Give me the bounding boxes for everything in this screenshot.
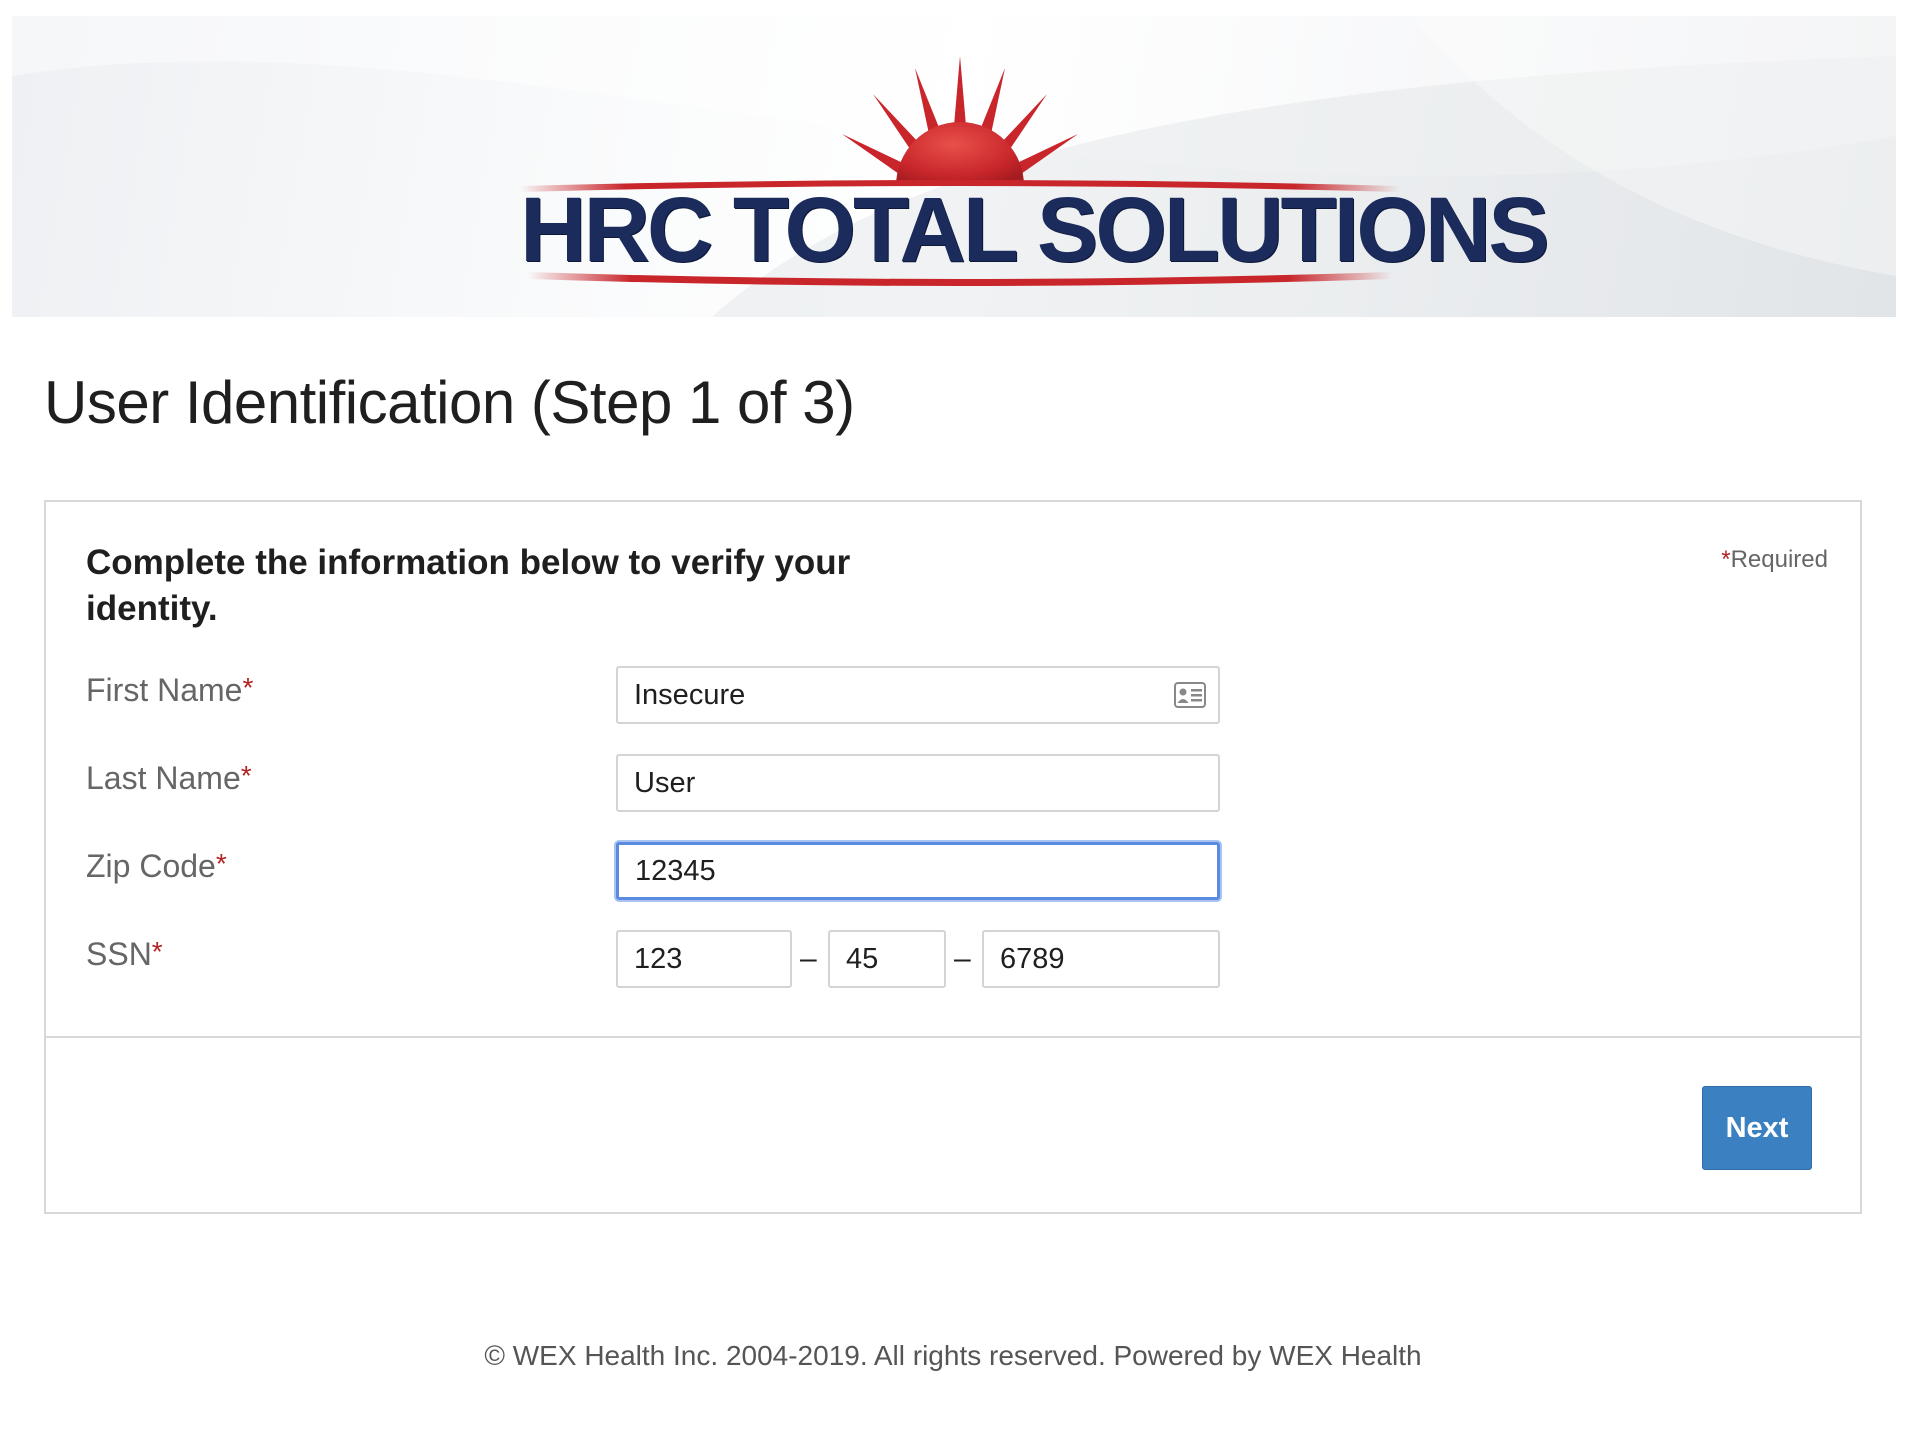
required-star: * xyxy=(240,760,252,791)
last-name-label-text: Last Name xyxy=(86,760,241,796)
zip-code-input[interactable]: 12345 xyxy=(616,842,1220,900)
zip-code-label-text: Zip Code xyxy=(86,848,216,884)
ssn-part1-value: 123 xyxy=(634,943,683,975)
logo-text: HRC TOTAL SOLUTIONS xyxy=(520,179,1550,281)
zip-code-value: 12345 xyxy=(635,855,716,887)
first-name-label-text: First Name xyxy=(86,672,243,708)
ssn-part2-input[interactable]: 45 xyxy=(828,930,946,988)
header-banner: HRC TOTAL SOLUTIONS xyxy=(12,16,1896,317)
last-name-label: Last Name* xyxy=(86,760,252,797)
page: HRC TOTAL SOLUTIONS User Identification … xyxy=(0,0,1906,1456)
identification-form-card: Complete the information below to verify… xyxy=(44,500,1862,1214)
required-star: * xyxy=(151,936,163,967)
last-name-value: User xyxy=(634,767,696,799)
required-star: * xyxy=(215,848,227,879)
last-name-input[interactable]: User xyxy=(616,754,1220,812)
required-note-text: Required xyxy=(1730,546,1828,573)
first-name-input[interactable]: Insecure xyxy=(616,666,1220,724)
ssn-label: SSN* xyxy=(86,936,163,973)
ssn-part3-value: 6789 xyxy=(1000,943,1065,975)
required-note: *Required xyxy=(1721,546,1828,574)
required-star: * xyxy=(1721,546,1731,573)
ssn-label-text: SSN xyxy=(86,936,152,972)
card-divider xyxy=(46,1036,1860,1038)
ssn-part1-input[interactable]: 123 xyxy=(616,930,792,988)
required-star: * xyxy=(242,672,254,703)
footer-copyright: © WEX Health Inc. 2004-2019. All rights … xyxy=(484,1340,1422,1371)
ssn-separator: – xyxy=(954,942,971,975)
ssn-part2-value: 45 xyxy=(846,943,879,975)
first-name-label: First Name* xyxy=(86,672,253,709)
ssn-separator: – xyxy=(800,942,817,975)
company-logo: HRC TOTAL SOLUTIONS xyxy=(520,46,1550,286)
id-card-icon[interactable] xyxy=(1174,682,1206,708)
zip-code-label: Zip Code* xyxy=(86,848,227,885)
page-title: User Identification (Step 1 of 3) xyxy=(44,369,855,436)
first-name-value: Insecure xyxy=(634,679,746,711)
form-instructions: Complete the information below to verify… xyxy=(86,543,851,628)
form-body: Complete the information below to verify… xyxy=(46,502,1860,1038)
next-button[interactable]: Next xyxy=(1702,1086,1812,1170)
ssn-part3-input[interactable]: 6789 xyxy=(982,930,1220,988)
